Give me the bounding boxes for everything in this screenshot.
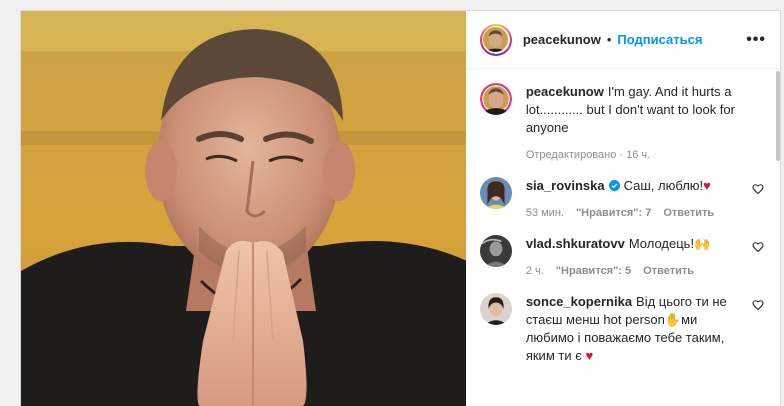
- comment-text: sonce_kopernika Від цього ти не стаєш мен…: [526, 293, 740, 365]
- comment-body: Молодець!: [628, 236, 695, 251]
- comment: vlad.shkuratovv Молодець!🙌 2 ч. "Нравится…: [479, 235, 764, 277]
- comment-avatar-image: [479, 293, 512, 325]
- heart-emoji: ♥: [703, 178, 711, 193]
- comments-list: peacekunow I'm gay. And it hurts a lot...…: [466, 69, 780, 406]
- heart-emoji: ♥: [585, 348, 594, 363]
- comment-meta: 2 ч. "Нравится": 5 Ответить: [526, 265, 740, 277]
- heart-outline-icon[interactable]: [752, 183, 764, 195]
- author-avatar[interactable]: [479, 23, 512, 56]
- caption-text: peacekunow I'm gay. And it hurts a lot...…: [526, 83, 740, 137]
- verified-badge-icon: [608, 180, 620, 191]
- comment-avatar[interactable]: [479, 235, 512, 267]
- caption-meta: Отредактировано · 16 ч.: [525, 149, 651, 161]
- comment-text: sia_rovinska Саш, люблю!♥: [526, 177, 740, 195]
- comment-avatar[interactable]: [479, 293, 512, 325]
- caption-avatar-image: [479, 83, 512, 115]
- photo-portrait: [21, 11, 466, 406]
- comment-time[interactable]: 53 мин.: [526, 207, 564, 219]
- heart-outline-icon[interactable]: [752, 241, 764, 253]
- post-sidebar: peacekunow • Подписаться ••• peacekunow …: [465, 11, 780, 406]
- comment-likes[interactable]: "Нравится": 7: [576, 207, 651, 219]
- comment-username[interactable]: vlad.shkuratovv: [526, 236, 625, 251]
- comment: sia_rovinska Саш, люблю!♥ 53 мин. "Нравит…: [479, 177, 764, 219]
- comment-avatar-image: [479, 177, 512, 209]
- post-dialog: peacekunow • Подписаться ••• peacekunow …: [20, 10, 781, 406]
- reply-button[interactable]: Ответить: [643, 265, 694, 277]
- heart-outline-icon[interactable]: [752, 299, 764, 311]
- comment-avatar[interactable]: [479, 177, 512, 209]
- follow-button[interactable]: Подписаться: [617, 32, 702, 47]
- comment-time[interactable]: 2 ч.: [526, 265, 544, 277]
- edited-label: Отредактировано: [525, 149, 617, 161]
- post-photo[interactable]: [21, 11, 466, 406]
- hand-emoji: ✋: [664, 312, 682, 327]
- caption-avatar[interactable]: [479, 83, 512, 115]
- more-options-icon[interactable]: •••: [746, 31, 766, 49]
- raised-hands-emoji: 🙌: [694, 236, 711, 251]
- caption-username[interactable]: peacekunow: [526, 84, 604, 99]
- comment-body: Саш, люблю!: [623, 178, 704, 193]
- comment-text: vlad.shkuratovv Молодець!🙌: [526, 235, 740, 253]
- author-avatar-image: [483, 27, 509, 52]
- comment: sonce_kopernika Від цього ти не стаєш мен…: [479, 293, 764, 365]
- scrollbar[interactable]: [776, 71, 780, 161]
- comment-username[interactable]: sonce_kopernika: [526, 294, 632, 309]
- comment-likes[interactable]: "Нравится": 5: [556, 265, 631, 277]
- dot-icon: •: [606, 32, 612, 47]
- caption: peacekunow I'm gay. And it hurts a lot...…: [479, 83, 764, 161]
- caption-time[interactable]: 16 ч.: [626, 149, 650, 161]
- post-header: peacekunow • Подписаться •••: [465, 11, 780, 69]
- comment-avatar-image: [479, 235, 512, 267]
- reply-button[interactable]: Ответить: [663, 207, 714, 219]
- author-username[interactable]: peacekunow: [523, 32, 601, 47]
- comment-username[interactable]: sia_rovinska: [526, 178, 605, 193]
- comment-meta: 53 мин. "Нравится": 7 Ответить: [526, 207, 740, 219]
